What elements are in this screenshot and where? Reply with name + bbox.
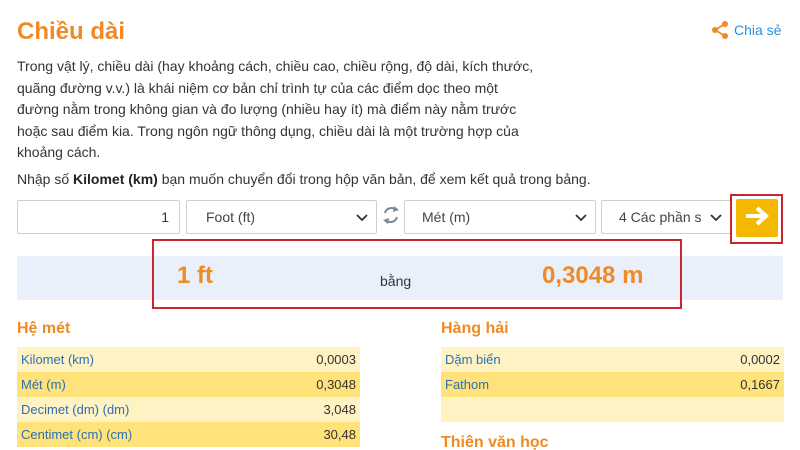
unit-value: 0,0002 bbox=[740, 352, 780, 367]
unit-value: 0,3048 bbox=[316, 377, 356, 392]
unit-value: 0,0003 bbox=[316, 352, 356, 367]
table-row: Dặm biển 0,0002 bbox=[441, 347, 784, 372]
swap-icon bbox=[381, 204, 401, 231]
arrow-right-icon bbox=[744, 205, 770, 232]
result-equals: bằng bbox=[380, 273, 412, 289]
instruction: Nhập số Kilomet (km) bạn muốn chuyển đổi… bbox=[17, 171, 591, 187]
unit-link[interactable]: Decimet (dm) (dm) bbox=[21, 402, 129, 417]
metric-table: Kilomet (km) 0,0003 Mét (m) 0,3048 Decim… bbox=[17, 347, 360, 447]
from-unit-value: Foot (ft) bbox=[206, 209, 256, 225]
swap-units-button[interactable] bbox=[380, 205, 402, 229]
table-row: Decimet (dm) (dm) 3,048 bbox=[17, 397, 360, 422]
result-output: 0,3048 m bbox=[542, 262, 644, 289]
to-unit-value: Mét (m) bbox=[422, 209, 471, 225]
share-label: Chia sẻ bbox=[734, 22, 782, 38]
table-row bbox=[441, 397, 784, 422]
decimals-value: 4 Các phần s bbox=[619, 209, 702, 225]
table-row: Centimet (cm) (cm) 30,48 bbox=[17, 422, 360, 447]
unit-link[interactable]: Dặm biển bbox=[445, 352, 501, 367]
unit-link[interactable]: Mét (m) bbox=[21, 377, 66, 392]
unit-value: 30,48 bbox=[323, 427, 356, 442]
nautical-table: Dặm biển 0,0002 Fathom 0,1667 bbox=[441, 347, 784, 422]
result-input: 1 ft bbox=[177, 262, 213, 289]
table-row: Fathom 0,1667 bbox=[441, 372, 784, 397]
unit-link[interactable]: Centimet (cm) (cm) bbox=[21, 427, 132, 442]
value-input[interactable] bbox=[17, 200, 180, 234]
unit-value: 0,1667 bbox=[740, 377, 780, 392]
share-button[interactable]: Chia sẻ bbox=[710, 20, 781, 40]
description: Trong vật lý, chiều dài (hay khoảng cách… bbox=[17, 58, 534, 160]
instruction-suffix: bạn muốn chuyển đổi trong hộp văn bản, đ… bbox=[161, 171, 591, 187]
instruction-prefix: Nhập số bbox=[17, 171, 70, 187]
instruction-unit: Kilomet (km) bbox=[73, 171, 158, 187]
section-title-nautical: Hàng hải bbox=[441, 320, 509, 337]
unit-link[interactable]: Kilomet (km) bbox=[21, 352, 94, 367]
unit-link[interactable]: Fathom bbox=[445, 377, 489, 392]
page-title: Chiều dài bbox=[17, 18, 126, 45]
chevron-down-icon bbox=[710, 209, 722, 225]
section-title-metric: Hệ mét bbox=[17, 320, 71, 337]
to-unit-select[interactable]: Mét (m) bbox=[404, 200, 596, 234]
chevron-down-icon bbox=[356, 209, 368, 225]
table-row: Kilomet (km) 0,0003 bbox=[17, 347, 360, 372]
unit-value: 3,048 bbox=[323, 402, 356, 417]
decimals-select[interactable]: 4 Các phần s bbox=[601, 200, 731, 234]
share-icon bbox=[710, 20, 730, 40]
table-row: Mét (m) 0,3048 bbox=[17, 372, 360, 397]
convert-button[interactable] bbox=[736, 199, 778, 237]
from-unit-select[interactable]: Foot (ft) bbox=[186, 200, 377, 234]
section-title-astronomy: Thiên văn học bbox=[441, 434, 549, 450]
chevron-down-icon bbox=[575, 209, 587, 225]
